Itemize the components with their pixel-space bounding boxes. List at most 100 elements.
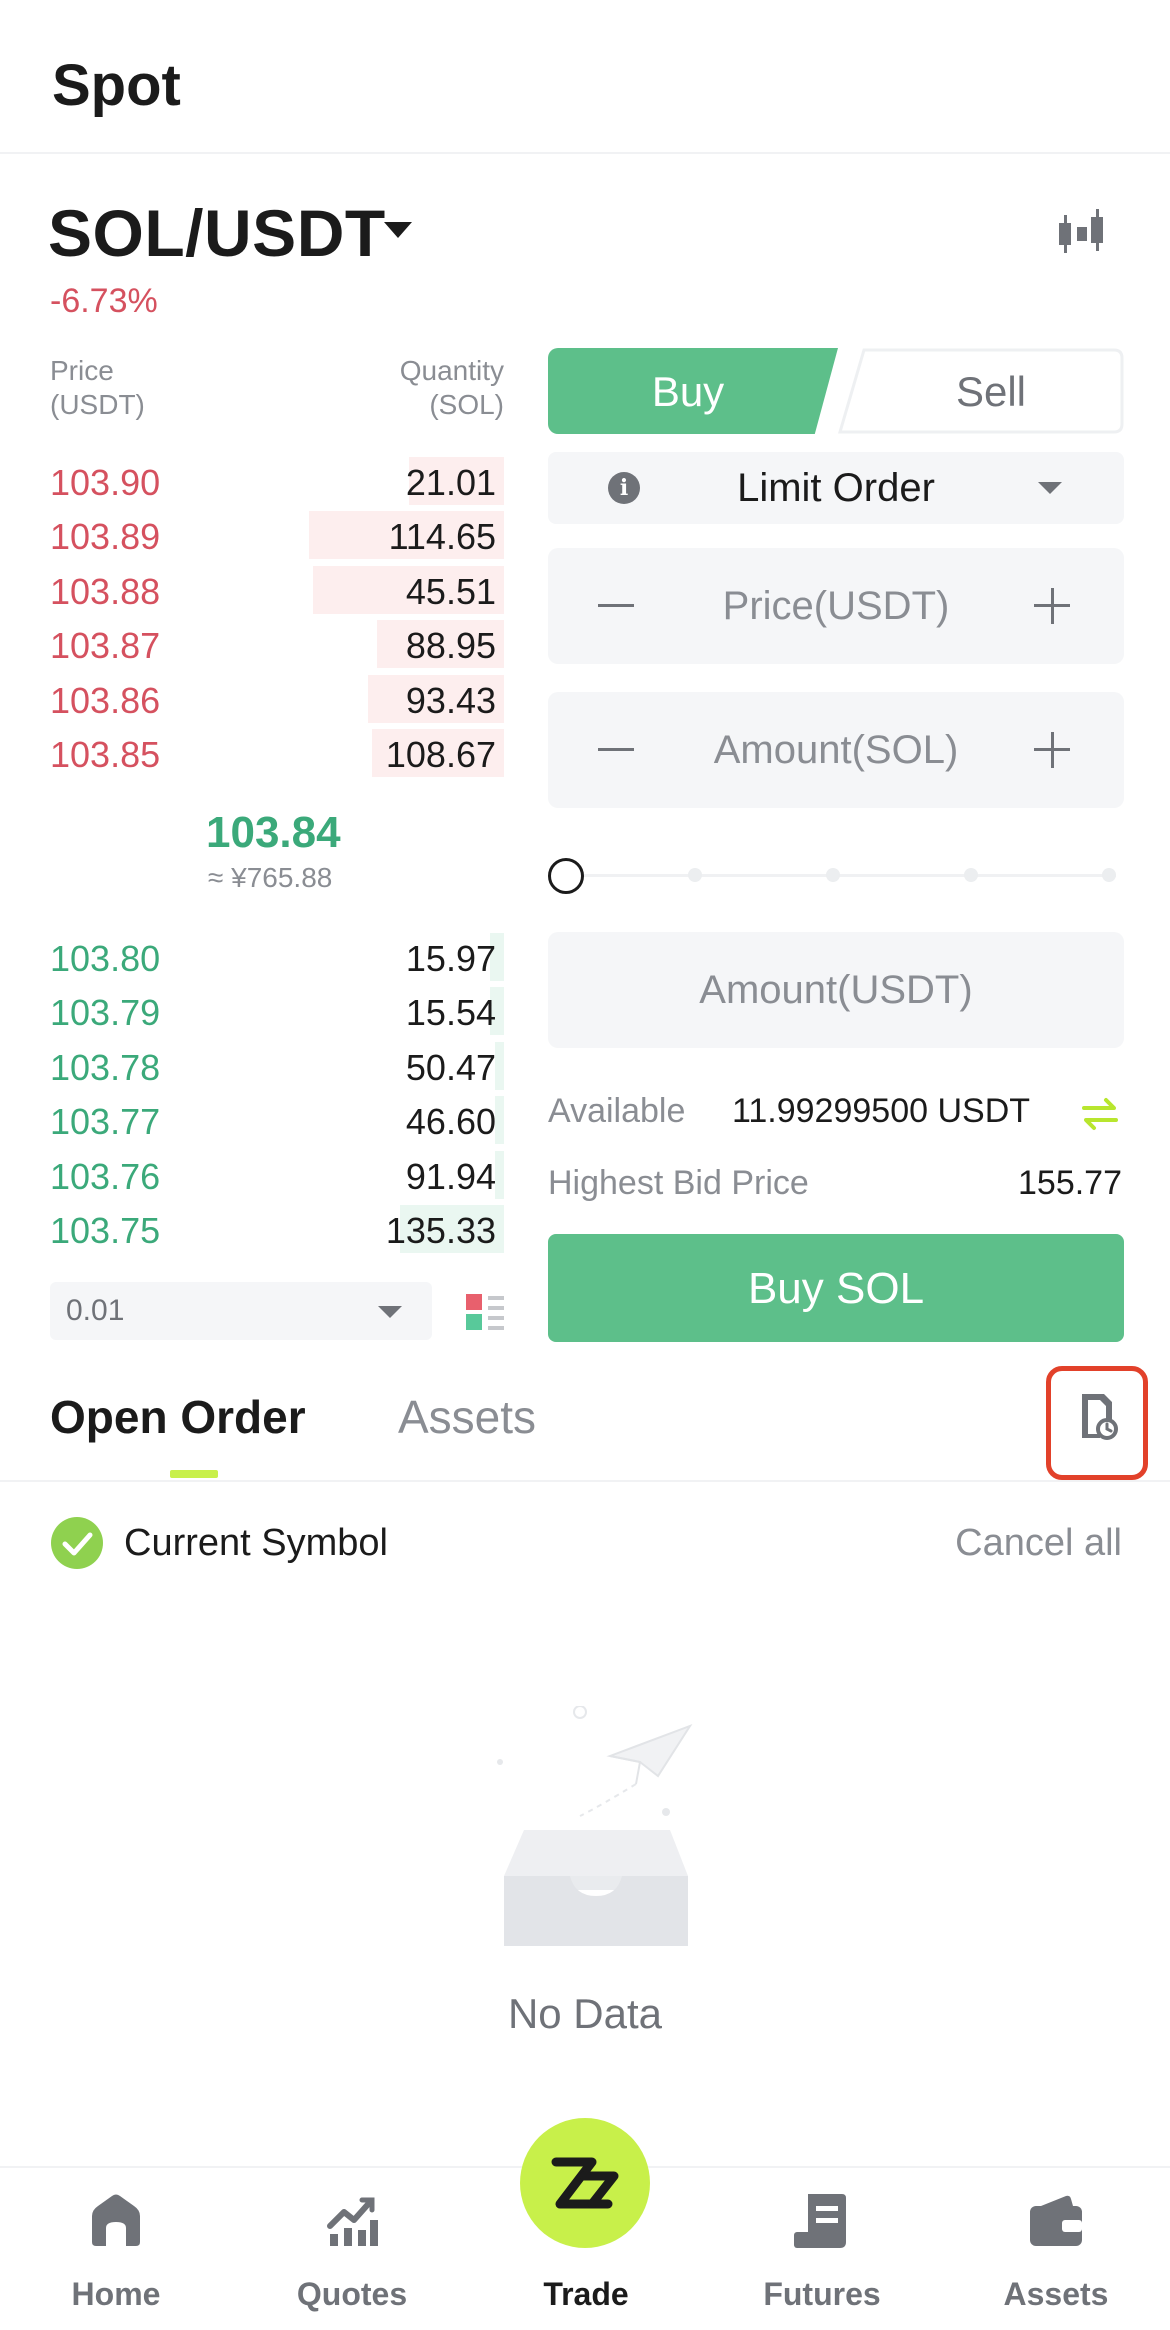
cancel-all-button[interactable]: Cancel all [955,1522,1122,1565]
order-history-icon[interactable] [1078,1392,1118,1440]
bid-row[interactable]: 103.78 50.47 [50,1039,504,1093]
orderbook-price-header: Price (USDT) [50,354,145,422]
row-price: 103.87 [50,625,161,667]
row-quantity: 45.51 [405,570,496,612]
chevron-down-icon [378,1306,402,1318]
bid-row[interactable]: 103.79 15.54 [50,984,504,1038]
tab-assets[interactable]: Assets [398,1390,536,1444]
row-price: 103.89 [50,516,161,558]
row-quantity: 21.01 [405,462,496,503]
precision-select[interactable]: 0.01 [50,1282,432,1340]
row-price: 103.88 [50,570,161,612]
candlestick-chart-icon[interactable] [1055,205,1109,259]
row-price: 103.76 [50,1155,161,1197]
header-divider [0,152,1170,154]
slider-step-75[interactable] [964,868,978,882]
slider-step-25[interactable] [688,868,702,882]
slider-step-50[interactable] [826,868,840,882]
tab-sell[interactable]: Sell [838,348,1124,434]
transfer-icon[interactable] [1080,1094,1120,1134]
total-input[interactable]: Amount(USDT) [548,932,1124,1048]
row-quantity: 108.67 [385,734,496,775]
ask-row[interactable]: 103.86 93.43 [50,672,504,726]
row-quantity: 15.97 [405,938,496,979]
row-price: 103.90 [50,462,161,503]
depth-bar [495,1150,504,1199]
nav-quotes-label: Quotes [296,2276,408,2312]
buy-sol-button[interactable]: Buy SOL [548,1234,1124,1342]
nav-quotes[interactable]: Quotes [262,2190,442,2320]
caret-down-icon[interactable] [384,222,412,238]
futures-icon [794,2194,846,2248]
tab-buy-label: Buy [651,368,725,415]
empty-state-text: No Data [507,1990,663,2037]
amount-slider-thumb[interactable] [548,858,584,894]
last-price: 103.84 [206,808,341,857]
nav-assets[interactable]: Assets [966,2190,1146,2320]
order-type-select[interactable]: i Limit Order [548,452,1124,524]
qty-header-text: Quantity (SOL) [399,355,504,420]
available-value: 11.99299500 USDT [732,1092,1031,1130]
available-label: Available [548,1092,686,1130]
last-price-fiat: ≈ ¥765.88 [208,862,333,893]
bid-row[interactable]: 103.80 15.97 [50,930,504,984]
bid-row[interactable]: 103.77 46.60 [50,1093,504,1147]
row-price: 103.78 [50,1046,161,1088]
buy-sol-label: Buy SOL [747,1264,925,1313]
orderbook-qty-header: Quantity (SOL) [400,354,504,422]
depth-bar [495,1096,504,1145]
amount-slider-track[interactable] [566,874,1116,877]
tab-open-order[interactable]: Open Order [50,1390,306,1444]
nav-futures-label: Futures [763,2276,881,2312]
row-quantity: 46.60 [405,1101,496,1143]
row-quantity: 135.33 [385,1210,496,1251]
tab-buy[interactable]: Buy [548,348,838,434]
depth-bar [495,1041,504,1090]
row-quantity: 93.43 [405,679,496,721]
row-quantity: 88.95 [405,625,496,667]
ask-row[interactable]: 103.88 45.51 [50,563,504,617]
price-change: -6.73% [50,282,158,320]
ask-row[interactable]: 103.87 88.95 [50,617,504,671]
nav-home[interactable]: Home [26,2190,206,2320]
home-icon [92,2194,140,2246]
nav-assets-label: Assets [1003,2276,1109,2312]
nav-trade-label: Trade [543,2276,629,2312]
price-header-text: Price (USDT) [50,355,145,420]
row-price: 103.86 [50,679,161,721]
ask-row[interactable]: 103.85 108.67 [50,726,504,780]
row-price: 103.80 [50,938,161,979]
row-quantity: 114.65 [388,516,496,558]
orderbook-layout-icon[interactable] [466,1292,504,1332]
total-placeholder: Amount(USDT) [699,968,973,1012]
active-tab-indicator [170,1470,218,1478]
nav-trade[interactable]: Trade [496,2190,676,2320]
row-price: 103.77 [50,1101,161,1143]
row-quantity: 15.54 [405,992,496,1034]
row-price: 103.79 [50,992,161,1034]
price-input[interactable]: Price(USDT) [548,548,1124,664]
bid-row[interactable]: 103.75 135.33 [50,1202,504,1256]
plus-icon-vertical[interactable] [1051,732,1054,768]
slider-step-100[interactable] [1102,868,1116,882]
amount-input[interactable]: Amount(SOL) [548,692,1124,808]
current-symbol-label[interactable]: Current Symbol [124,1522,388,1565]
plus-icon-vertical[interactable] [1051,588,1054,624]
pair-selector[interactable]: SOL/USDT [48,195,386,271]
row-quantity: 50.47 [405,1046,496,1088]
tab-sell-label: Sell [955,368,1027,415]
wallet-icon [1030,2195,1082,2246]
highest-bid-value: 155.77 [1018,1164,1122,1202]
ask-row[interactable]: 103.89 114.65 [50,508,504,562]
precision-value: 0.01 [66,1294,125,1327]
nav-futures[interactable]: Futures [732,2190,912,2320]
page-title: Spot [52,53,181,118]
row-price: 103.85 [50,734,161,775]
row-price: 103.75 [50,1210,161,1251]
bid-row[interactable]: 103.76 91.94 [50,1148,504,1202]
check-circle-icon[interactable] [50,1516,104,1570]
row-quantity: 91.94 [405,1155,496,1197]
orders-divider [0,1480,1170,1482]
ask-row[interactable]: 103.90 21.01 [50,454,504,508]
empty-inbox-icon [497,1706,693,1946]
